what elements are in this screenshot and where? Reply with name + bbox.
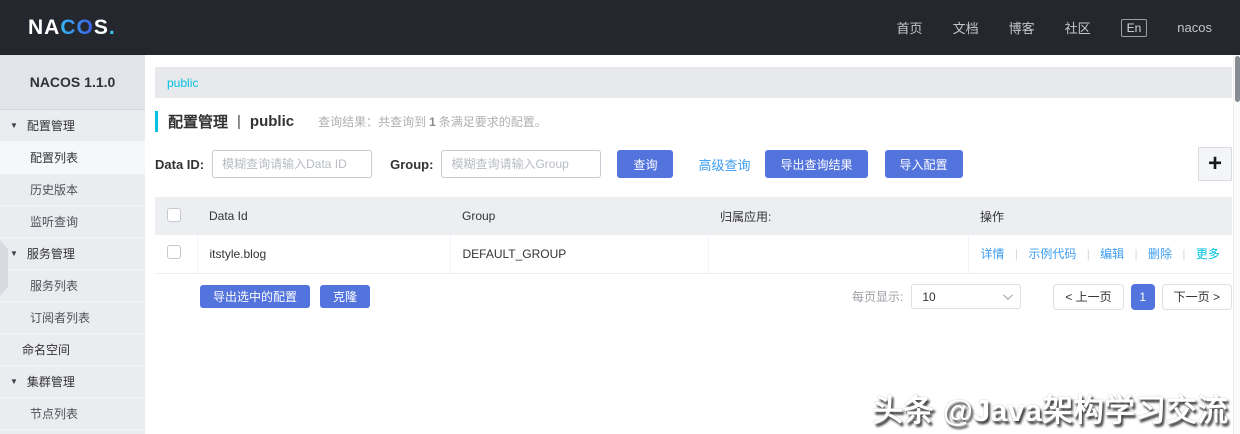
add-config-button[interactable]: + [1198, 147, 1232, 181]
logo-infinity-icon: CO [60, 15, 94, 39]
sidebar-group-label: 服务管理 [26, 247, 75, 261]
row-checkbox[interactable] [167, 245, 181, 260]
sidebar-item-history-versions[interactable]: 历史版本 [0, 174, 145, 206]
page-size-select[interactable]: 10 [911, 284, 1022, 309]
row-checkbox-cell [155, 235, 198, 274]
top-nav-links: 首页 文档 博客 社区 En nacos [897, 18, 1212, 37]
group-input[interactable] [441, 150, 602, 178]
watermark-text: 头条 @Java架构学习交流 [872, 393, 1228, 428]
action-delete-link[interactable]: 删除 [1148, 247, 1172, 261]
nav-link-home[interactable]: 首页 [897, 18, 923, 37]
title-separator: | [237, 113, 241, 130]
action-separator: | [1014, 247, 1018, 262]
import-config-button[interactable]: 导入配置 [884, 150, 963, 178]
query-result-summary: 查询结果：共查询到 1 条满足要求的配置。 [318, 113, 547, 130]
current-page-button[interactable]: 1 [1130, 283, 1155, 310]
action-separator: | [1086, 247, 1090, 262]
page-size-value: 10 [922, 289, 936, 304]
logo-text-na: NA [28, 15, 61, 39]
sidebar-item-listening-query[interactable]: 监听查询 [0, 206, 145, 238]
caret-down-icon: ▼ [10, 121, 18, 130]
sidebar-version-title: NACOS 1.1.0 [0, 55, 145, 110]
header-actions: 操作 [968, 197, 1232, 235]
top-navbar: NA CO S. 首页 文档 博客 社区 En nacos [0, 0, 1240, 55]
sidebar-item-service-list[interactable]: 服务列表 [0, 270, 145, 302]
chevron-down-icon [1003, 290, 1014, 301]
pagination: 每页显示: 10 < 上一页 1 下一页 > [851, 283, 1232, 310]
action-edit-link[interactable]: 编辑 [1100, 247, 1124, 261]
row-data-id: itstyle.blog [197, 235, 451, 274]
namespace-tab-public[interactable]: public [167, 76, 198, 90]
page-size-label: 每页显示: [851, 290, 904, 304]
caret-down-icon: ▼ [10, 249, 18, 258]
header-owning-app: 归属应用: [708, 197, 968, 235]
row-group: DEFAULT_GROUP [450, 235, 709, 274]
action-separator: | [1182, 247, 1186, 262]
query-button[interactable]: 查询 [617, 150, 674, 178]
prev-page-button[interactable]: < 上一页 [1053, 283, 1124, 310]
sidebar-item-subscriber-list[interactable]: 订阅者列表 [0, 302, 145, 334]
sidebar-group-label: 集群管理 [26, 375, 75, 389]
vertical-scrollbar [1233, 55, 1240, 434]
result-count: 1 [429, 114, 436, 129]
table-footer: 导出选中的配置 克隆 每页显示: 10 < 上一页 1 下一页 > [155, 283, 1232, 310]
language-toggle[interactable]: En [1120, 18, 1148, 37]
action-more-link[interactable]: 更多 [1196, 247, 1220, 261]
sidebar-item-config-list[interactable]: 配置列表 [0, 142, 145, 174]
sidebar-group-config-management[interactable]: ▼ 配置管理 [0, 110, 145, 142]
nav-link-docs[interactable]: 文档 [953, 18, 979, 37]
sidebar-group-service-management[interactable]: ▼ 服务管理 [0, 238, 145, 270]
page-title-namespace: public [249, 113, 295, 130]
data-id-label: Data ID: [155, 156, 205, 172]
logo-dot: . [108, 15, 116, 39]
sidebar-group-cluster-management[interactable]: ▼ 集群管理 [0, 366, 145, 398]
page-title: 配置管理 | public [155, 111, 294, 132]
export-selected-button[interactable]: 导出选中的配置 [200, 285, 311, 308]
data-id-input[interactable] [212, 150, 373, 178]
nacos-logo[interactable]: NA CO S. [28, 16, 116, 40]
action-separator: | [1134, 247, 1138, 262]
config-table: Data Id Group 归属应用: 操作 itstyle.blog DEFA… [155, 197, 1232, 274]
clone-button[interactable]: 克隆 [320, 285, 371, 308]
header-checkbox-cell [155, 197, 197, 235]
sidebar-group-label: 配置管理 [26, 119, 75, 133]
sidebar-item-namespace[interactable]: 命名空间 [0, 334, 145, 366]
header-data-id: Data Id [197, 197, 450, 235]
main-content: public 配置管理 | public 查询结果：共查询到 1 条满足要求的配… [145, 55, 1240, 434]
action-sample-code-link[interactable]: 示例代码 [1028, 247, 1076, 261]
page-title-text: 配置管理 [168, 114, 229, 131]
title-row: 配置管理 | public 查询结果：共查询到 1 条满足要求的配置。 [155, 111, 1232, 132]
sidebar-collapse-handle[interactable] [0, 240, 8, 296]
select-all-checkbox[interactable] [167, 207, 181, 222]
sidebar: NACOS 1.1.0 ▼ 配置管理 配置列表 历史版本 监听查询 ▼ 服务管理… [0, 55, 145, 434]
result-suffix: 条满足要求的配置。 [438, 115, 547, 129]
export-query-results-button[interactable]: 导出查询结果 [765, 150, 868, 178]
row-actions: 详情 | 示例代码 | 编辑 | 删除 | 更多 [968, 235, 1232, 274]
action-details-link[interactable]: 详情 [981, 247, 1005, 261]
advanced-query-link[interactable]: 高级查询 [698, 155, 750, 174]
caret-down-icon: ▼ [10, 377, 18, 386]
table-header-row: Data Id Group 归属应用: 操作 [155, 197, 1232, 235]
next-page-button[interactable]: 下一页 > [1161, 283, 1232, 310]
namespace-bar: public [155, 67, 1232, 98]
scrollbar-thumb[interactable] [1235, 56, 1240, 102]
row-owning-app [708, 235, 969, 274]
nav-link-blog[interactable]: 博客 [1009, 18, 1035, 37]
result-prefix: 查询结果：共查询到 [318, 115, 427, 129]
current-user[interactable]: nacos [1177, 20, 1212, 35]
nav-link-community[interactable]: 社区 [1065, 18, 1091, 37]
header-group: Group [450, 197, 708, 235]
table-row: itstyle.blog DEFAULT_GROUP 详情 | 示例代码 | 编… [155, 235, 1232, 274]
sidebar-menu: ▼ 配置管理 配置列表 历史版本 监听查询 ▼ 服务管理 服务列表 订阅者列表 … [0, 110, 145, 430]
search-toolbar: Data ID: Group: 查询 高级查询 导出查询结果 导入配置 + [155, 147, 1232, 181]
logo-text-s: S [93, 15, 109, 39]
group-label: Group: [390, 156, 434, 172]
sidebar-item-node-list[interactable]: 节点列表 [0, 398, 145, 430]
